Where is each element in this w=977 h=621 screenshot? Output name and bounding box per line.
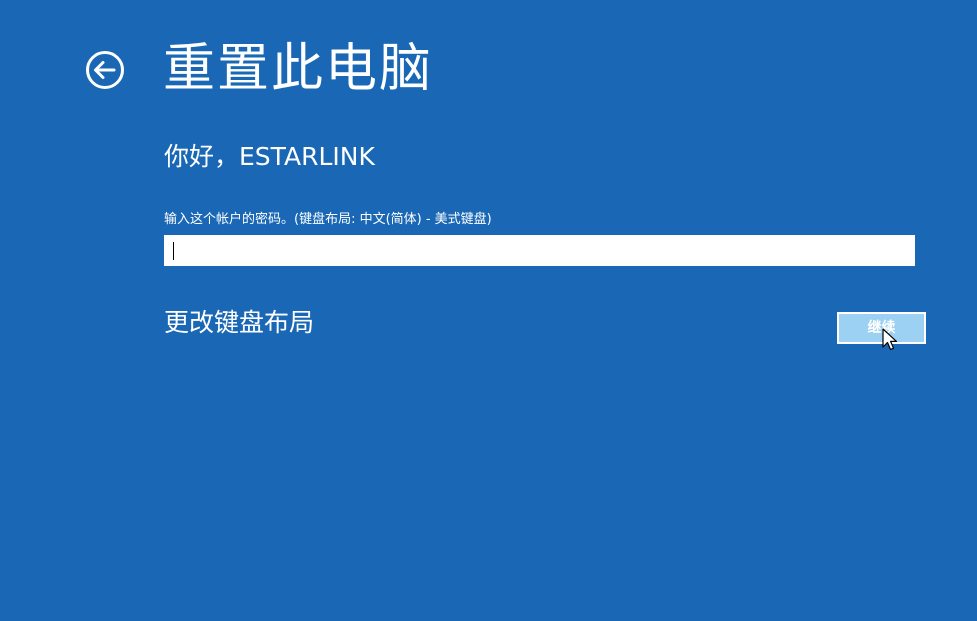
change-keyboard-layout-link[interactable]: 更改键盘布局 — [164, 306, 314, 340]
password-input[interactable] — [164, 235, 915, 266]
continue-button[interactable]: 继续 — [837, 312, 926, 344]
text-caret — [173, 242, 174, 260]
page-title: 重置此电脑 — [163, 39, 434, 99]
back-button[interactable] — [85, 50, 125, 90]
account-greeting: 你好，ESTARLINK — [164, 142, 375, 171]
back-arrow-icon — [86, 51, 124, 89]
password-label: 输入这个帐户的密码。(键盘布局: 中文(简体) - 美式键盘) — [164, 212, 492, 227]
reset-pc-screen: 重置此电脑 你好，ESTARLINK 输入这个帐户的密码。(键盘布局: 中文(简… — [0, 0, 977, 621]
